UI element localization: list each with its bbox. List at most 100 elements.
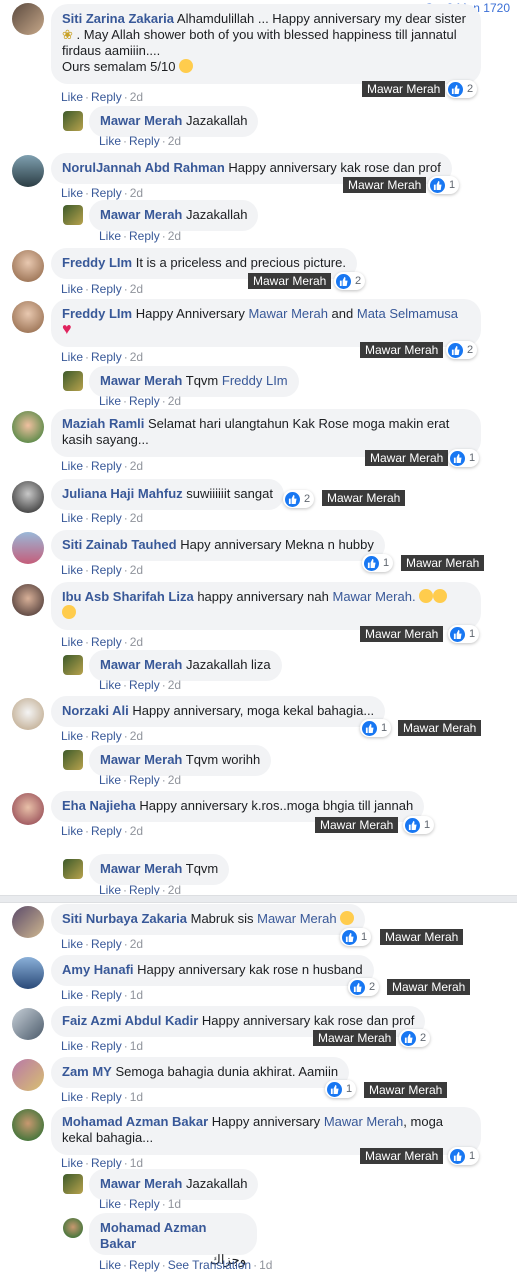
reaction-count[interactable]: 1 (428, 176, 460, 194)
commenter-name[interactable]: Eha Najieha (62, 798, 136, 813)
reply-link[interactable]: Reply (129, 394, 160, 408)
reaction-count[interactable]: 1 (360, 719, 392, 737)
reply-link[interactable]: Reply (91, 937, 122, 951)
avatar[interactable] (12, 250, 44, 282)
commenter-name[interactable]: Siti Zarina Zakaria (62, 11, 174, 26)
reply-link[interactable]: Reply (91, 824, 122, 838)
like-link[interactable]: Like (99, 678, 121, 692)
like-link[interactable]: Like (61, 824, 83, 838)
reaction-count[interactable]: 1 (340, 928, 372, 946)
reaction-count[interactable]: 2 (348, 978, 380, 996)
mention-link[interactable]: Mata Selmamusa (357, 306, 458, 321)
reaction-count[interactable]: 2 (446, 80, 478, 98)
comment-time[interactable]: 1d (130, 1039, 143, 1053)
reaction-count[interactable]: 1 (448, 1147, 480, 1165)
like-link[interactable]: Like (61, 563, 83, 577)
reply-link[interactable]: Reply (91, 511, 122, 525)
avatar[interactable] (12, 3, 44, 35)
avatar[interactable] (63, 205, 83, 225)
comment-time[interactable]: 2d (130, 282, 143, 296)
avatar[interactable] (12, 1059, 44, 1091)
reply-link[interactable]: Reply (91, 988, 122, 1002)
comment-time[interactable]: 2d (130, 563, 143, 577)
comment-time[interactable]: 1d (130, 1156, 143, 1170)
reply-link[interactable]: Reply (91, 186, 122, 200)
see-translation-link[interactable]: See Translation (168, 1258, 251, 1272)
commenter-name[interactable]: Maziah Ramli (62, 416, 144, 431)
mention-link[interactable]: Mawar Merah (248, 306, 327, 321)
reply-link[interactable]: Reply (91, 1090, 122, 1104)
like-link[interactable]: Like (61, 937, 83, 951)
reaction-count[interactable]: 1 (448, 449, 480, 467)
mention-link[interactable]: Mawar Merah. (332, 589, 415, 604)
commenter-name[interactable]: Juliana Haji Mahfuz (62, 486, 183, 501)
commenter-name[interactable]: Mawar Merah (100, 1176, 182, 1191)
mention-link[interactable]: Freddy LIm (222, 373, 288, 388)
commenter-name[interactable]: Siti Nurbaya Zakaria (62, 911, 187, 926)
reply-link[interactable]: Reply (129, 1258, 160, 1272)
comment-time[interactable]: 2d (130, 90, 143, 104)
comment-time[interactable]: 2d (130, 729, 143, 743)
reply-link[interactable]: Reply (91, 563, 122, 577)
avatar[interactable] (63, 371, 83, 391)
commenter-name[interactable]: Siti Zainab Tauhed (62, 537, 177, 552)
avatar[interactable] (63, 859, 83, 879)
like-link[interactable]: Like (61, 90, 83, 104)
comment-time[interactable]: 2d (130, 459, 143, 473)
like-link[interactable]: Like (61, 988, 83, 1002)
like-link[interactable]: Like (99, 773, 121, 787)
like-link[interactable]: Like (61, 1090, 83, 1104)
reply-link[interactable]: Reply (129, 773, 160, 787)
reply-link[interactable]: Reply (129, 1197, 160, 1211)
comment-time[interactable]: 2d (168, 134, 181, 148)
like-link[interactable]: Like (61, 186, 83, 200)
avatar[interactable] (12, 301, 44, 333)
reply-link[interactable]: Reply (129, 134, 160, 148)
commenter-name[interactable]: Mawar Merah (100, 113, 182, 128)
reply-link[interactable]: Reply (91, 1039, 122, 1053)
avatar[interactable] (63, 1174, 83, 1194)
reply-link[interactable]: Reply (91, 1156, 122, 1170)
reply-link[interactable]: Reply (91, 350, 122, 364)
reaction-count[interactable]: 2 (446, 341, 478, 359)
comment-time[interactable]: 2d (130, 635, 143, 649)
like-link[interactable]: Like (99, 229, 121, 243)
reply-link[interactable]: Reply (129, 229, 160, 243)
comment-time[interactable]: 2d (168, 229, 181, 243)
commenter-name[interactable]: Norzaki Ali (62, 703, 129, 718)
commenter-name[interactable]: Mawar Merah (100, 861, 182, 876)
commenter-name[interactable]: Ibu Asb Sharifah Liza (62, 589, 194, 604)
avatar[interactable] (12, 532, 44, 564)
comment-time[interactable]: 2d (130, 186, 143, 200)
reply-link[interactable]: Reply (129, 678, 160, 692)
reply-link[interactable]: Reply (91, 459, 122, 473)
comment-time[interactable]: 2d (168, 773, 181, 787)
commenter-name[interactable]: Mohamad Azman Bakar (100, 1220, 206, 1251)
reaction-count[interactable]: 1 (362, 554, 394, 572)
comment-time[interactable]: 2d (130, 350, 143, 364)
reply-link[interactable]: Reply (91, 635, 122, 649)
like-link[interactable]: Like (61, 511, 83, 525)
avatar[interactable] (63, 655, 83, 675)
avatar[interactable] (12, 906, 44, 938)
avatar[interactable] (63, 111, 83, 131)
like-link[interactable]: Like (61, 459, 83, 473)
avatar[interactable] (12, 155, 44, 187)
comment-time[interactable]: 2d (130, 937, 143, 951)
avatar[interactable] (12, 411, 44, 443)
commenter-name[interactable]: Freddy LIm (62, 255, 132, 270)
commenter-name[interactable]: Mawar Merah (100, 752, 182, 767)
reply-link[interactable]: Reply (91, 282, 122, 296)
commenter-name[interactable]: Amy Hanafi (62, 962, 134, 977)
reaction-count[interactable]: 2 (283, 490, 315, 508)
commenter-name[interactable]: Freddy LIm (62, 306, 132, 321)
avatar[interactable] (12, 1008, 44, 1040)
commenter-name[interactable]: Mawar Merah (100, 657, 182, 672)
mention-link[interactable]: Mawar Merah (257, 911, 336, 926)
commenter-name[interactable]: Mawar Merah (100, 373, 182, 388)
like-link[interactable]: Like (99, 394, 121, 408)
mention-link[interactable]: Mawar Merah (324, 1114, 403, 1129)
reaction-count[interactable]: 2 (399, 1029, 431, 1047)
comment-time[interactable]: 1d (168, 1197, 181, 1211)
like-link[interactable]: Like (61, 1039, 83, 1053)
